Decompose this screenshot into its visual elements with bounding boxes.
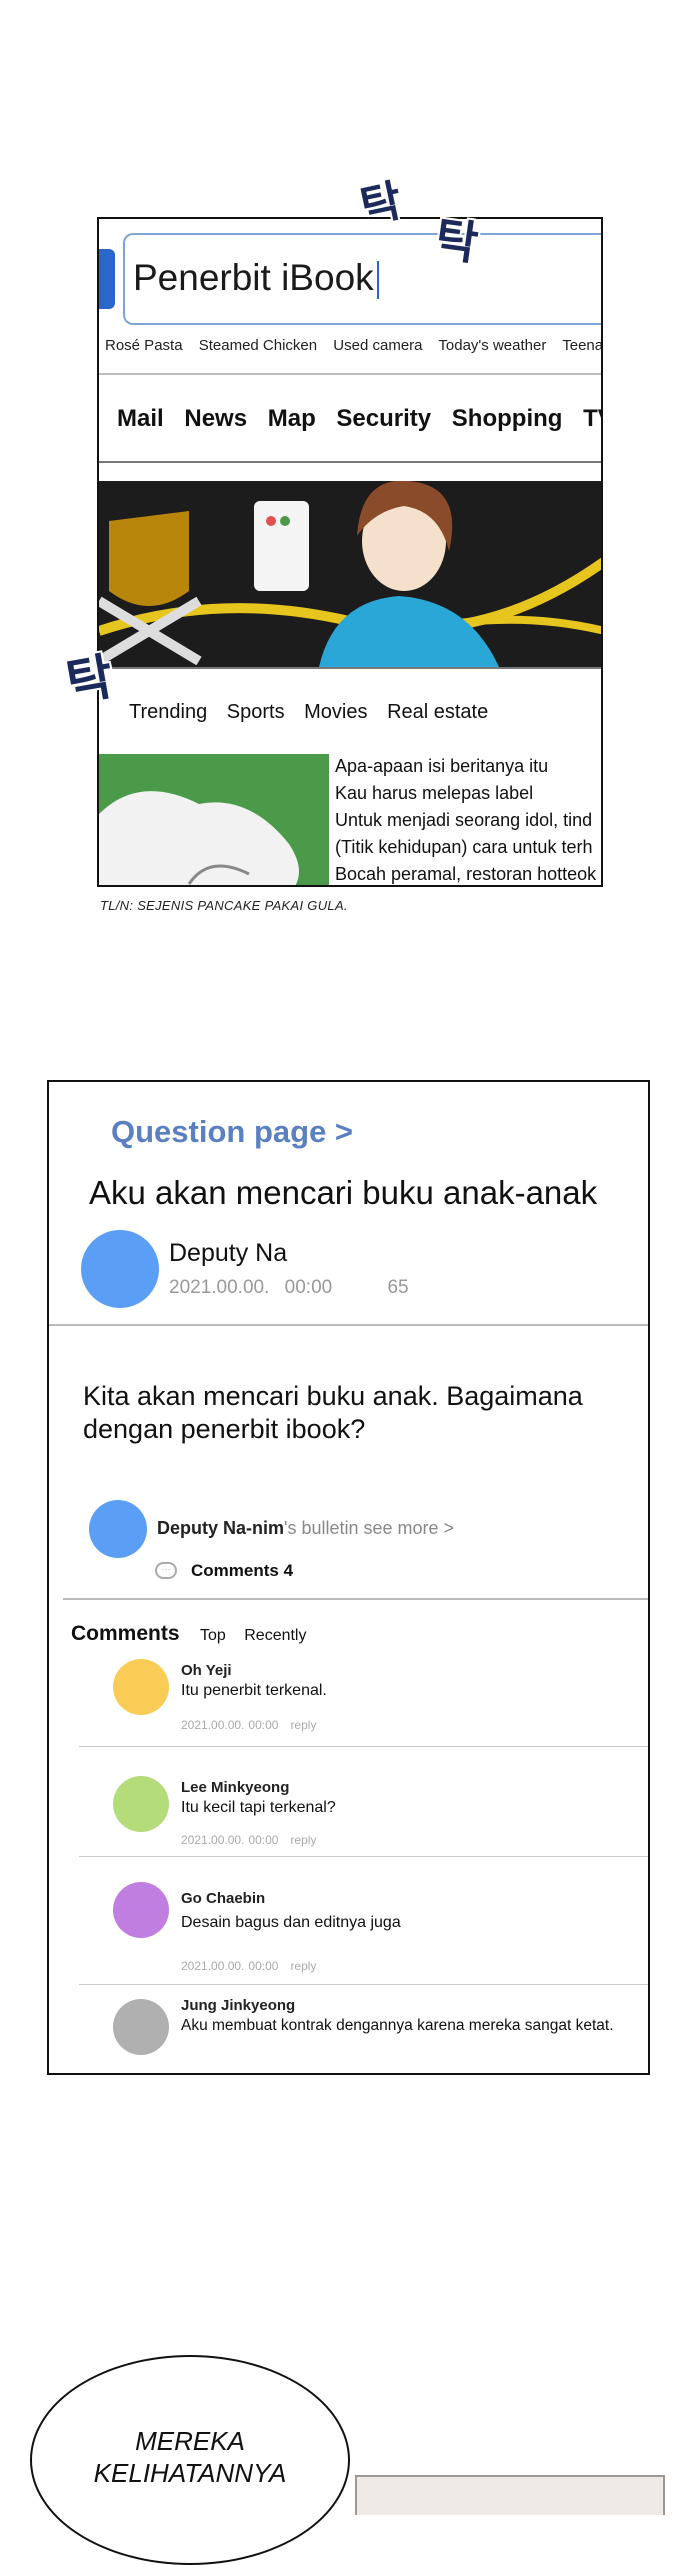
author-name[interactable]: Deputy Na [169,1239,287,1268]
comment-time: 00:00 [248,1833,279,1847]
post-meta: 2021.00.00. 00:00 65 [169,1277,459,1299]
comment-time: 00:00 [248,1959,279,1973]
divider [99,667,601,669]
nav-news[interactable]: News [184,405,247,432]
trending-keywords: Rosé Pasta Steamed Chicken Used camera T… [105,337,601,354]
category-nav: Trending Sports Movies Real estate [129,701,502,724]
divider [63,1598,648,1600]
tab-comments[interactable]: Comments [71,1622,180,1645]
nav-security[interactable]: Security [336,405,431,432]
comment-author[interactable]: Jung Jinkyeong [181,1997,295,2014]
search-query: Penerbit iBook [133,257,379,300]
comments-count[interactable]: Comments 4 [191,1561,293,1581]
trending-keyword[interactable]: Used camera [333,337,422,354]
divider [79,1984,648,1985]
reply-link[interactable]: reply [290,1959,316,1973]
post-time: 00:00 [284,1277,333,1298]
divider [99,373,601,375]
news-thumbnail[interactable] [99,754,329,885]
question-body: Kita akan mencari buku anak. Bagaimana d… [83,1381,583,1444]
comment-date: 2021.00.00. [181,1959,245,1973]
browser-screen-panel: Penerbit iBook Rosé Pasta Steamed Chicke… [97,217,603,887]
comment-text: Aku membuat kontrak dengannya karena mer… [181,2017,614,2034]
trending-keyword[interactable]: Today's weather [438,337,546,354]
divider [99,461,601,463]
headline-item[interactable]: Apa-apaan isi beritanya itu [335,753,596,780]
tab-top[interactable]: Top [200,1627,226,1644]
headline-item[interactable]: Kau harus melepas label [335,780,596,807]
divider [79,1746,648,1747]
tab-sports[interactable]: Sports [227,701,285,723]
headline-item[interactable]: Bocah peramal, restoran hotteok [335,861,596,885]
tab-movies[interactable]: Movies [304,701,367,723]
nav-tv[interactable]: TV [583,405,601,432]
avatar[interactable] [113,1776,169,1832]
divider [49,1324,648,1326]
question-page-panel: Question page > Aku akan mencari buku an… [47,1080,650,2075]
translator-note: TL/N: SEJENIS PANCAKE PAKAI GULA. [100,898,348,913]
comment-date: 2021.00.00. [181,1718,245,1732]
avatar[interactable] [89,1500,147,1558]
bulletin-link[interactable]: Deputy Na-nim's bulletin see more > [157,1518,454,1539]
main-nav: Mail News Map Security Shopping TV [117,405,601,433]
divider [79,1856,648,1857]
nav-shopping[interactable]: Shopping [452,405,563,432]
comment-date: 2021.00.00. [181,1833,245,1847]
headline-item[interactable]: Untuk menjadi seorang idol, tind [335,807,596,834]
reply-link[interactable]: reply [290,1833,316,1847]
trending-keyword[interactable]: Steamed Chicken [199,337,317,354]
trending-keyword[interactable]: Teenage tre [562,337,601,354]
avatar[interactable] [113,1999,169,2055]
view-count: 65 [387,1277,409,1298]
bulletin-author: Deputy Na-nim [157,1518,285,1538]
comment-author[interactable]: Oh Yeji [181,1662,232,1679]
comment-text: Desain bagus dan editnya juga [181,1914,401,1931]
banner-illustration [99,481,601,667]
text-cursor [376,261,379,300]
comment-tabs: Comments Top Recently [71,1622,306,1646]
speech-text: MEREKA KELIHATANNYA [93,2426,287,2488]
trending-keyword[interactable]: Rosé Pasta [105,337,183,354]
news-banner-image[interactable] [99,481,601,667]
headline-list: Apa-apaan isi beritanya itu Kau harus me… [335,753,596,885]
nav-map[interactable]: Map [268,405,316,432]
nav-mail[interactable]: Mail [117,405,164,432]
avatar[interactable] [113,1882,169,1938]
comment-author[interactable]: Go Chaebin [181,1890,265,1907]
tab-recently[interactable]: Recently [244,1627,306,1644]
comment-meta: 2021.00.00. 00:00 reply [181,1959,328,1973]
window-illustration [355,2475,665,2515]
comment-text: Itu kecil tapi terkenal? [181,1799,336,1816]
post-date: 2021.00.00. [169,1277,270,1298]
tab-real-estate[interactable]: Real estate [387,701,488,723]
comment-bubble-icon: ··· [155,1562,177,1579]
comment-meta: 2021.00.00. 00:00 reply [181,1833,328,1847]
comment-meta: 2021.00.00. 00:00 reply [181,1718,328,1732]
thumbnail-illustration [99,754,329,885]
search-logo-accent [99,249,115,309]
avatar[interactable] [113,1659,169,1715]
comment-author[interactable]: Lee Minkyeong [181,1779,289,1796]
breadcrumb[interactable]: Question page > [111,1114,353,1150]
comment-text: Itu penerbit terkenal. [181,1682,327,1699]
tab-trending[interactable]: Trending [129,701,207,723]
page-title: Aku akan mencari buku anak-anak [89,1174,598,1211]
avatar[interactable] [81,1230,159,1308]
comment-time: 00:00 [248,1718,279,1732]
bulletin-see-more: 's bulletin see more > [284,1518,455,1538]
reply-link[interactable]: reply [290,1718,316,1732]
headline-item[interactable]: (Titik kehidupan) cara untuk terh [335,834,596,861]
